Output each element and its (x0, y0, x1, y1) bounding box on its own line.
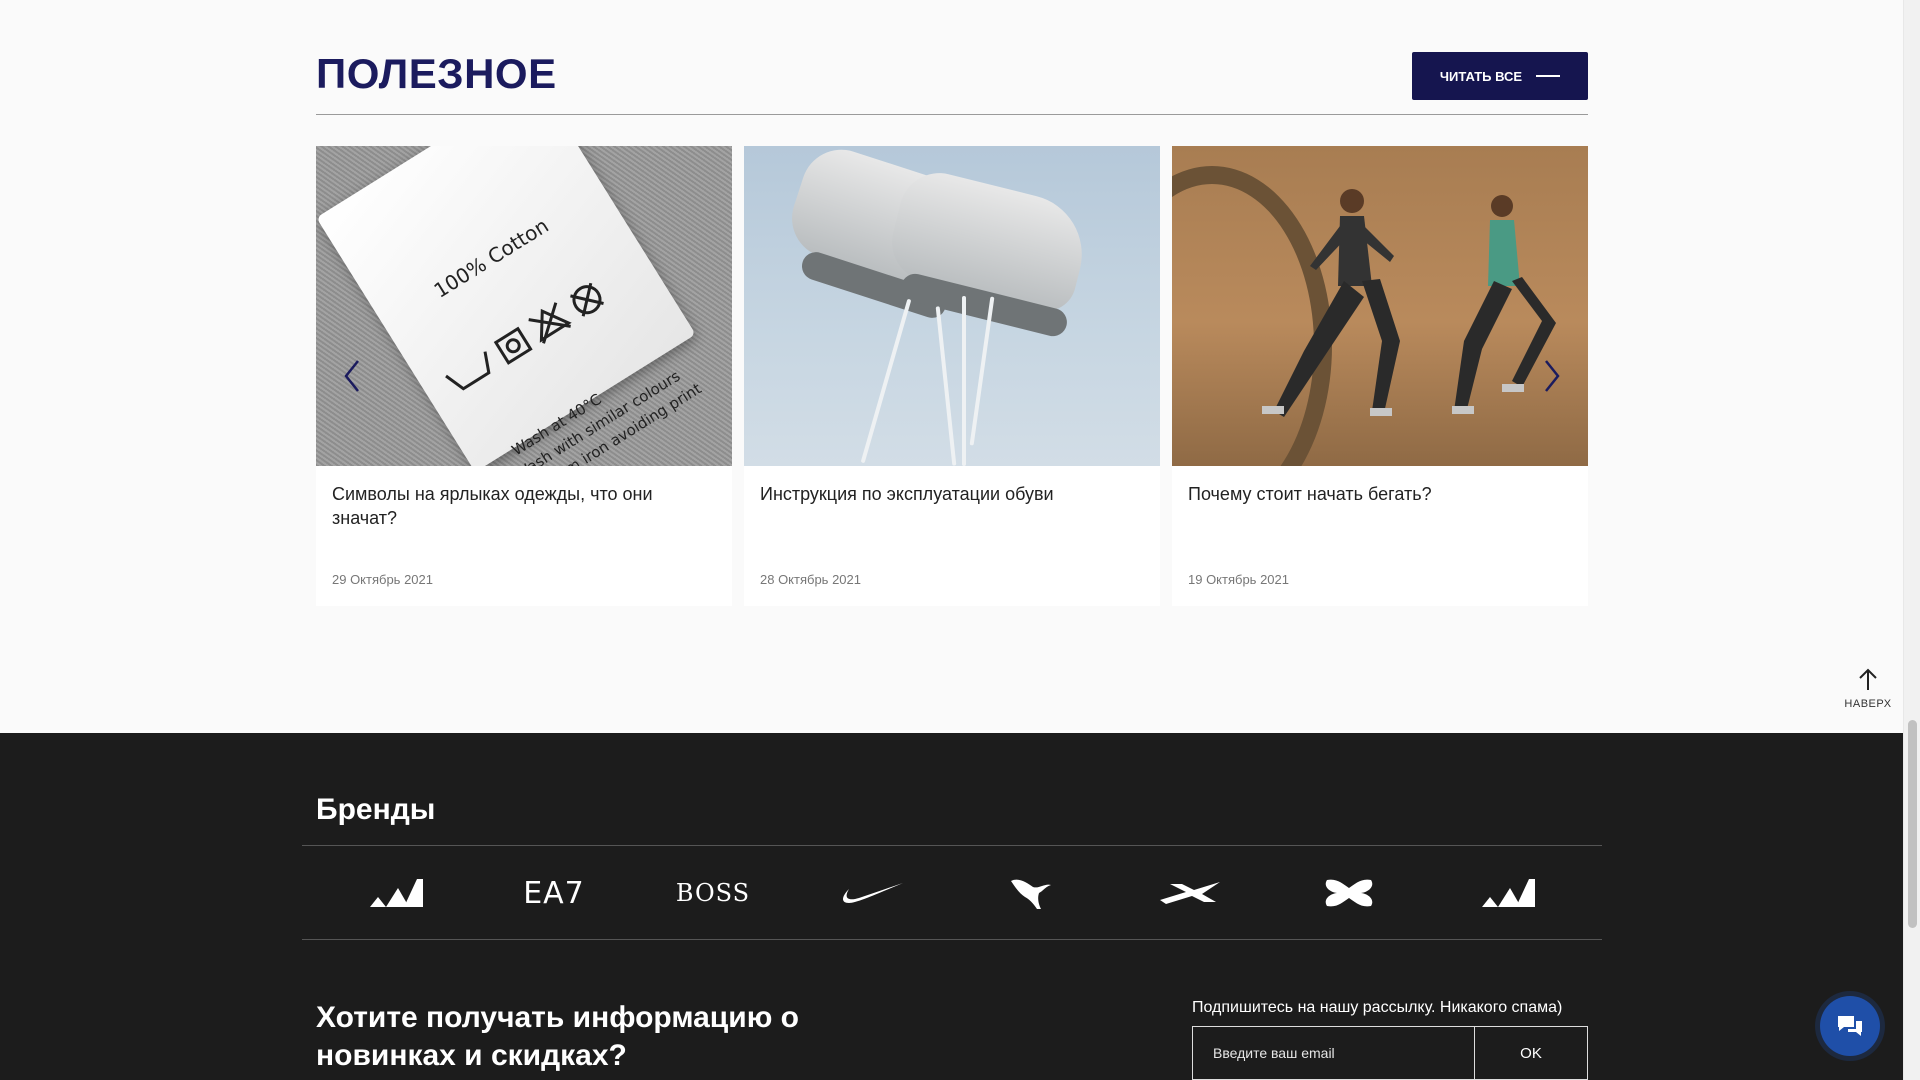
arrow-line-icon (1536, 75, 1561, 77)
chevron-left-icon (344, 360, 359, 392)
adidas-logo-icon (370, 879, 423, 907)
chat-button[interactable] (1820, 996, 1880, 1056)
back-to-top-button[interactable]: НАВЕРХ (1832, 668, 1904, 724)
chat-icon (1838, 1016, 1862, 1036)
article-title[interactable]: Инструкция по эксплуатации обуви (760, 482, 1144, 506)
brand-boss[interactable]: BOSS (633, 853, 793, 933)
lace-graphic (860, 298, 912, 464)
brand-adidas[interactable] (1428, 853, 1588, 933)
read-all-button[interactable]: ЧИТАТЬ ВСЕ (1412, 52, 1588, 100)
subscribe-label: Подпишитесь на нашу рассылку. Никакого с… (1192, 999, 1563, 1016)
care-symbols-icon: Wash at 40°C Wash with similar colours M… (445, 282, 705, 466)
article-image-clothing-label: 100% Cotton Wash at 40°C Wash with simil… (316, 146, 732, 466)
article-card[interactable]: 100% Cotton Wash at 40°C Wash with simil… (316, 146, 732, 606)
article-date: 19 Октябрь 2021 (1188, 572, 1289, 587)
brand-adidas[interactable] (316, 853, 476, 933)
back-to-top-label: НАВЕРХ (1844, 698, 1892, 710)
lace-graphic (935, 306, 957, 466)
brand-nike[interactable] (792, 853, 952, 933)
brands-list: EA7 BOSS (316, 853, 1588, 933)
article-card[interactable]: Инструкция по эксплуатации обуви 28 Октя… (744, 146, 1160, 606)
chevron-right-icon (1545, 360, 1560, 392)
puma-logo-icon (1011, 879, 1051, 909)
email-input[interactable] (1193, 1027, 1475, 1079)
divider (302, 939, 1602, 940)
scrollbar-thumb[interactable] (1908, 720, 1917, 928)
brand-ea7[interactable]: EA7 (474, 853, 634, 933)
articles-carousel: 100% Cotton Wash at 40°C Wash with simil… (316, 146, 1588, 606)
subscribe-ok-button[interactable]: OK (1475, 1027, 1587, 1079)
nike-logo-icon (843, 883, 903, 903)
ea7-logo-icon: EA7 (523, 875, 585, 911)
article-date: 29 Октябрь 2021 (332, 572, 433, 587)
carousel-prev-button[interactable] (338, 356, 366, 396)
boss-logo-icon: BOSS (675, 879, 751, 907)
carousel-next-button[interactable] (1538, 356, 1566, 396)
runners-graphic (1262, 189, 1556, 417)
brand-reebok[interactable] (1110, 853, 1270, 933)
under-armour-logo-icon (1325, 879, 1373, 907)
page-scrollbar[interactable] (1903, 0, 1920, 1080)
article-date: 28 Октябрь 2021 (760, 572, 861, 587)
reebok-logo-icon (1160, 882, 1220, 904)
divider (316, 114, 1588, 115)
footer: Бренды EA7 BOSS Хотите получать информац… (0, 733, 1903, 1080)
section-title: ПОЛЕЗНОЕ (316, 50, 557, 97)
article-image-runners (1172, 146, 1588, 466)
read-all-label: ЧИТАТЬ ВСЕ (1439, 68, 1523, 84)
newsletter-title: Хотите получать информацию о новинках и … (316, 1001, 799, 1072)
subscribe-form: OK (1192, 1026, 1588, 1080)
article-image-shoes (744, 146, 1160, 466)
arrow-up-icon (1832, 668, 1904, 696)
article-card[interactable]: Почему стоит начать бегать? 19 Октябрь 2… (1172, 146, 1588, 606)
article-title[interactable]: Почему стоит начать бегать? (1188, 482, 1572, 506)
article-title[interactable]: Символы на ярлыках одежды, что они знача… (332, 482, 716, 530)
brands-title: Бренды (316, 793, 436, 826)
divider (302, 845, 1602, 846)
lace-graphic (962, 296, 966, 466)
brand-puma[interactable] (951, 853, 1111, 933)
adidas-logo-icon (1482, 879, 1535, 907)
brand-under-armour[interactable] (1269, 853, 1429, 933)
